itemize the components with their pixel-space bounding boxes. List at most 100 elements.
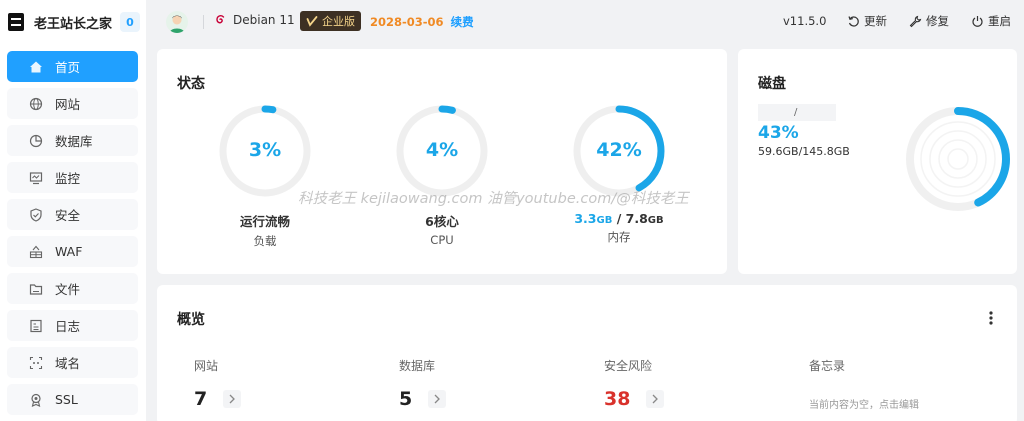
memory-gauge[interactable]: 42% 3.3GB / 7.8GB 内存 [571, 103, 667, 245]
domain-icon [29, 356, 43, 370]
sidebar-item-websites[interactable]: 网站 [7, 88, 138, 119]
monitor-icon [29, 171, 43, 185]
memory-total-unit: GB [647, 215, 664, 226]
disk-path[interactable]: / [758, 104, 836, 121]
sidebar-item-domains[interactable]: 域名 [7, 347, 138, 378]
cpu-percent: 4% [425, 139, 459, 161]
user-avatar-icon [169, 15, 185, 33]
sidebar: 老王站长之家 0 首页 网站 数据库 监控 安全 WAF 文件 日志 域名 SS… [0, 0, 146, 421]
load-title: 运行流畅 [239, 214, 290, 229]
sidebar-item-waf[interactable]: WAF [7, 236, 138, 267]
sidebar-item-label: 域名 [55, 356, 81, 371]
overview-databases[interactable]: 数据库 5 [399, 357, 447, 410]
sidebar-item-label: 数据库 [55, 134, 93, 149]
disk-percent: 43% [758, 123, 799, 143]
more-vertical-icon[interactable] [989, 311, 993, 325]
load-label: 负载 [253, 234, 277, 248]
cpu-cores: 6核心 [425, 214, 459, 229]
sidebar-item-label: 监控 [55, 171, 81, 186]
overview-security-risks[interactable]: 安全风险 38 [604, 357, 665, 410]
power-icon [972, 15, 983, 27]
cpu-label: CPU [430, 233, 454, 247]
sidebar-nav: 首页 网站 数据库 监控 安全 WAF 文件 日志 域名 SSL [7, 51, 138, 421]
chevron-right-icon[interactable] [428, 390, 447, 408]
shield-icon [29, 207, 43, 222]
overview-label: 网站 [194, 359, 219, 373]
memory-usage: 3.3GB / 7.8GB [571, 211, 667, 226]
sidebar-item-label: 首页 [55, 60, 81, 75]
sidebar-item-label: SSL [55, 392, 78, 407]
status-card: 状态 3% 运行流畅 负载 4% 6核心 CPU 42% 3.3GB / 7.8… [157, 49, 727, 274]
version: v11.5.0 [783, 14, 827, 28]
overview-label: 安全风险 [604, 359, 653, 373]
cpu-gauge[interactable]: 4% 6核心 CPU [394, 103, 490, 247]
sidebar-item-monitor[interactable]: 监控 [7, 162, 138, 193]
sidebar-item-files[interactable]: 文件 [7, 273, 138, 304]
disk-ring[interactable] [903, 104, 1013, 214]
memo-empty-text[interactable]: 当前内容为空，点击编辑 [809, 396, 919, 411]
disk-size: 59.6GB/145.8GB [758, 145, 850, 158]
update-button[interactable]: 更新 [847, 13, 887, 29]
waf-icon [29, 245, 43, 259]
brand-name: 老王站长之家 [34, 16, 113, 32]
log-icon [29, 319, 43, 333]
renew-link[interactable]: 续费 [451, 15, 474, 29]
chevron-right-icon[interactable] [223, 390, 242, 408]
overview-label: 数据库 [399, 359, 436, 373]
repair-button[interactable]: 修复 [909, 13, 949, 29]
edition-label: 企业版 [322, 15, 355, 28]
overview-card: 概览 网站 7 数据库 5 安全风险 38 备忘录 当前内容为空，点击编辑 [157, 285, 1017, 421]
notification-badge[interactable]: 0 [120, 12, 140, 32]
topbar: Debian 11 企业版 2028-03-06 续费 v11.5.0 更新 修… [146, 0, 1024, 44]
disk-card: 磁盘 / 43% 59.6GB/145.8GB [738, 49, 1017, 274]
restart-button[interactable]: 重启 [971, 13, 1011, 29]
sidebar-item-home[interactable]: 首页 [7, 51, 138, 82]
sidebar-item-label: 文件 [55, 282, 81, 297]
disk-title: 磁盘 [758, 76, 786, 92]
expire-date: 2028-03-06 [370, 15, 444, 29]
sidebar-item-database[interactable]: 数据库 [7, 125, 138, 156]
os-name: Debian 11 [233, 13, 295, 27]
memory-used: 3.3 [574, 211, 597, 226]
sidebar-item-label: 安全 [55, 208, 81, 223]
overview-memo[interactable]: 备忘录 当前内容为空，点击编辑 [809, 357, 919, 411]
wrench-icon [909, 15, 922, 27]
chevron-right-icon[interactable] [646, 390, 665, 408]
load-percent: 3% [248, 139, 282, 161]
brand[interactable]: 老王站长之家 0 [8, 8, 140, 36]
overview-title: 概览 [177, 312, 205, 328]
memory-slash: / [616, 211, 622, 226]
memory-used-unit: GB [596, 215, 613, 226]
overview-value: 5 [399, 388, 413, 410]
overview-value: 38 [604, 388, 631, 410]
load-gauge[interactable]: 3% 运行流畅 负载 [217, 103, 313, 249]
update-label: 更新 [864, 14, 887, 28]
divider [203, 15, 204, 29]
sidebar-item-ssl[interactable]: SSL [7, 384, 138, 415]
logo-icon [8, 13, 24, 31]
vip-icon [306, 16, 318, 27]
avatar[interactable] [166, 11, 188, 33]
edition-badge[interactable]: 企业版 [300, 11, 361, 31]
ssl-icon [29, 393, 43, 407]
sidebar-item-label: 网站 [55, 97, 81, 112]
memory-percent: 42% [596, 139, 642, 161]
folder-icon [29, 282, 43, 296]
database-icon [29, 134, 43, 148]
sidebar-item-logs[interactable]: 日志 [7, 310, 138, 341]
memo-label: 备忘录 [809, 359, 846, 373]
restart-label: 重启 [988, 14, 1011, 28]
sidebar-item-label: 日志 [55, 319, 81, 334]
sidebar-item-security[interactable]: 安全 [7, 199, 138, 230]
globe-icon [29, 97, 43, 111]
status-title: 状态 [177, 76, 205, 92]
overview-websites[interactable]: 网站 7 [194, 357, 242, 410]
memory-total: 7.8 [625, 211, 648, 226]
overview-value: 7 [194, 388, 208, 410]
repair-label: 修复 [926, 14, 949, 28]
sidebar-item-label: WAF [55, 244, 83, 259]
expiration: 2028-03-06 续费 [370, 14, 474, 30]
debian-icon [216, 15, 225, 24]
refresh-icon [848, 15, 859, 27]
memory-label: 内存 [607, 230, 631, 244]
